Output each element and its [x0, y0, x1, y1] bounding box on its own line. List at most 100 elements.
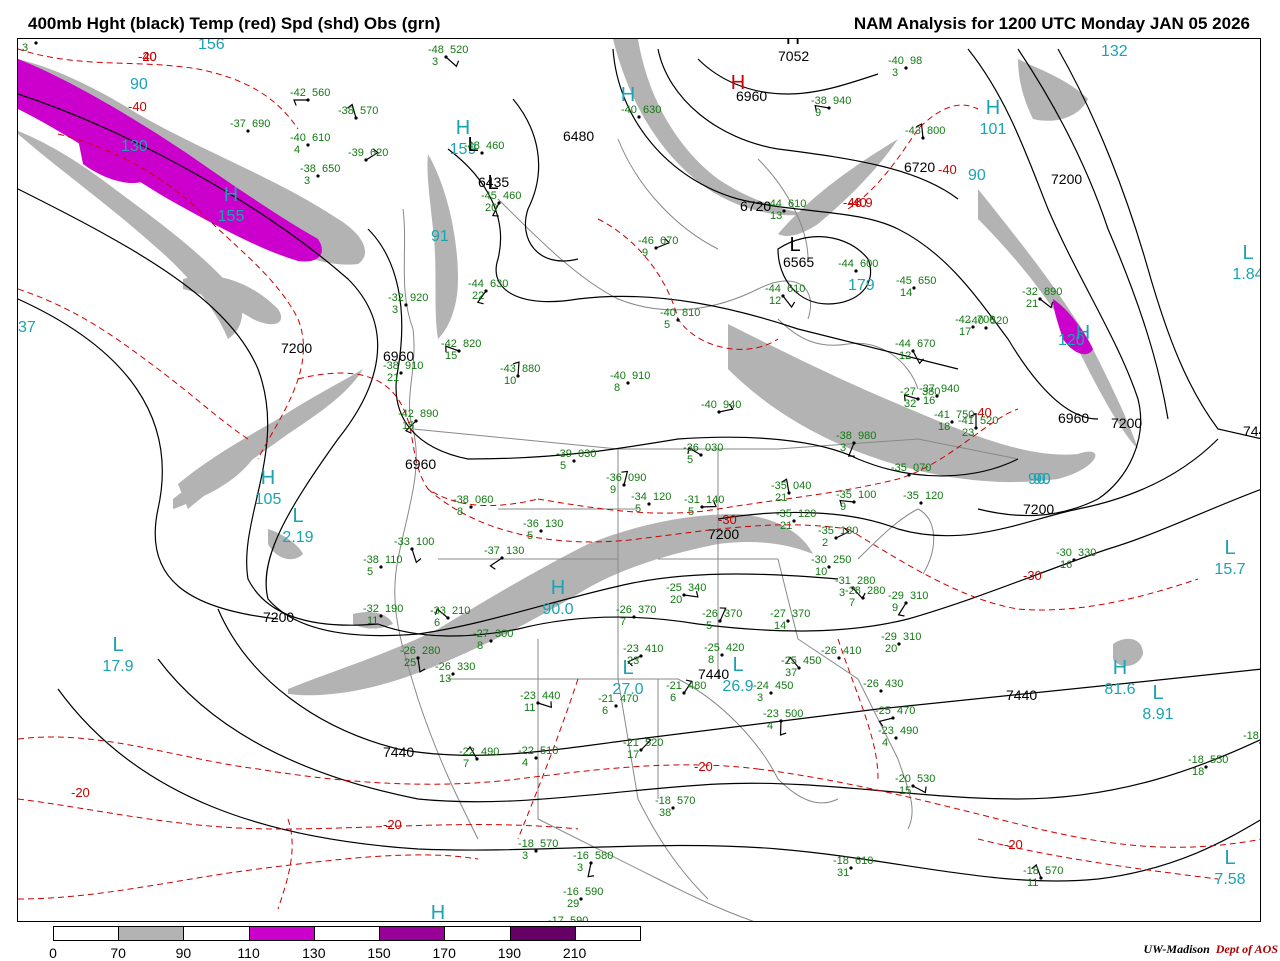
obs-height: 030 [578, 448, 596, 460]
obs-temperature: -30 [811, 554, 827, 566]
station-dot [891, 716, 895, 720]
station-observation: -36 030 5 [683, 442, 723, 466]
obs-height: 340 [688, 582, 706, 594]
station-dot [911, 349, 915, 353]
obs-dewpoint-depression: 22 [472, 290, 484, 302]
station-dot [639, 748, 643, 752]
obs-height: 500 [785, 708, 803, 720]
obs-temperature: -35 [903, 490, 919, 502]
obs-height: 330 [457, 661, 475, 673]
obs-temperature: -41 [958, 415, 974, 427]
obs-height: 530 [917, 773, 935, 785]
obs-dewpoint-depression: 4 [522, 757, 528, 769]
obs-dewpoint-depression: 20 [485, 202, 497, 214]
obs-dewpoint-depression: 3 [522, 850, 528, 862]
obs-dewpoint-depression: 5 [635, 503, 641, 515]
obs-height: 370 [638, 604, 656, 616]
obs-temperature: -44 [766, 198, 782, 210]
obs-height: 980 [858, 430, 876, 442]
obs-dewpoint-depression: 3 [304, 175, 310, 187]
obs-temperature: -22 [518, 745, 534, 757]
station-observation: -23 500 4 [763, 708, 803, 732]
obs-dewpoint-depression: 25 [404, 657, 416, 669]
station-observation: -43 880 10 [500, 363, 540, 387]
obs-temperature: -43 [500, 363, 516, 375]
legend-label: 90 [175, 945, 192, 961]
obs-temperature: -48 [428, 44, 444, 56]
obs-height: 110 [385, 554, 403, 566]
obs-dewpoint-depression: 6 [670, 692, 676, 704]
obs-temperature: -21 [598, 693, 614, 705]
obs-temperature: -26 [702, 608, 718, 620]
obs-dewpoint-depression: 9 [815, 107, 821, 119]
obs-height: 030 [705, 442, 723, 454]
station-dot [399, 371, 403, 375]
speed-value-label: 91 [431, 228, 449, 245]
obs-height: 630 [490, 278, 508, 290]
obs-temperature: -40 [290, 132, 306, 144]
obs-dewpoint-depression: 23 [962, 427, 974, 439]
temperature-contour-label: -20 [383, 817, 402, 832]
obs-temperature: -36 [683, 442, 699, 454]
station-dot [637, 115, 641, 119]
temperature-contour-label: -30 [1023, 568, 1042, 583]
station-dot [446, 616, 450, 620]
obs-dewpoint-depression: 13 [770, 210, 782, 222]
obs-dewpoint-depression: 5 [560, 460, 566, 472]
station-observation: -18 570 38 [655, 795, 695, 819]
obs-temperature: -37 [484, 545, 500, 557]
obs-dewpoint-depression: 3 [392, 304, 398, 316]
obs-dewpoint-depression: 7 [620, 616, 626, 628]
obs-temperature: -35 [771, 480, 787, 492]
temperature-contour-label: -40 [128, 99, 147, 114]
obs-height: 920 [410, 292, 428, 304]
speed-value-label: 37 [18, 319, 36, 336]
obs-height: 810 [682, 307, 700, 319]
obs-height: 590 [585, 886, 603, 898]
station-observation: -26 370 7 [616, 604, 656, 628]
height-contour-label: 7200 [281, 340, 312, 356]
pressure-center-letter: L [292, 505, 303, 527]
speed-value-label: 132 [1101, 43, 1128, 60]
obs-temperature: -26 [821, 645, 837, 657]
station-observation: -26 410 [821, 645, 861, 660]
obs-temperature: -31 [684, 494, 700, 506]
obs-temperature: -39 [556, 448, 572, 460]
station-dot [572, 459, 576, 463]
station-observation: -35 100 9 [836, 489, 876, 513]
station-observation: -25 340 20 [666, 582, 706, 606]
obs-dewpoint-depression: 5 [367, 566, 373, 578]
station-observation: -36 130 5 [523, 518, 563, 542]
speed-value-label: 90 [968, 167, 986, 184]
obs-height: 380 [922, 386, 940, 398]
station-observation: -29 310 20 [881, 631, 921, 655]
station-dot [354, 116, 358, 120]
pressure-center-value: 7.58 [1214, 871, 1245, 888]
obs-height: 100 [416, 536, 434, 548]
obs-dewpoint-depression: 4 [767, 720, 773, 732]
station-dot [911, 784, 915, 788]
station-dot [306, 98, 310, 102]
obs-dewpoint-depression: 29 [567, 898, 579, 910]
obs-height: 060 [475, 494, 493, 506]
speed-shading-magenta [18, 59, 1093, 355]
station-observation: -39 030 5 [556, 448, 596, 472]
credit-org: UW-Madison [1143, 942, 1210, 956]
station-observation: -42 890 15 [398, 408, 438, 432]
station-dot [797, 666, 801, 670]
station-dot [1259, 741, 1260, 745]
obs-temperature: -28 [845, 585, 861, 597]
station-dot [916, 397, 920, 401]
obs-dewpoint-depression: 11 [524, 702, 535, 714]
credit-dept: Dept of AOS [1215, 942, 1278, 956]
obs-temperature: -45 [896, 275, 912, 287]
height-contour-label: 7440 [1006, 687, 1037, 703]
legend-swatch [444, 926, 511, 941]
obs-temperature: -18 [1188, 754, 1204, 766]
obs-temperature: -23 [520, 690, 536, 702]
obs-dewpoint-depression: 21 [780, 520, 792, 532]
height-contour-label: 7200 [708, 526, 739, 542]
obs-height: 250 [833, 554, 851, 566]
station-dot [834, 536, 838, 540]
station-observation: -29 310 9 [888, 590, 928, 614]
